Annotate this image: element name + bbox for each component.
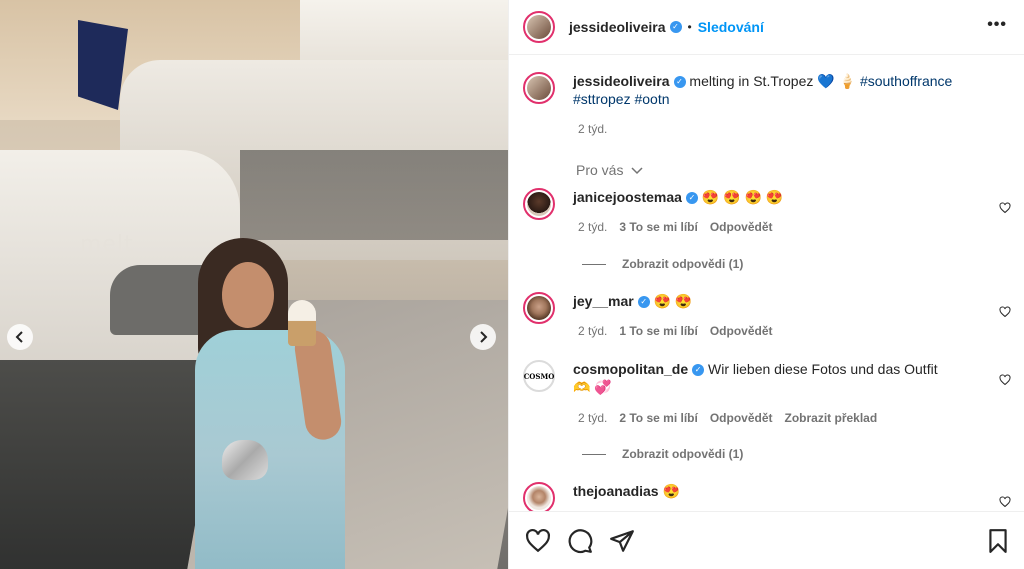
comment-meta: 2 týd. 2 To se mi líbí Odpovědět Zobrazi… xyxy=(578,411,877,425)
hashtag-link[interactable]: #ootn xyxy=(634,91,669,107)
caption-username[interactable]: jessideoliveira xyxy=(573,73,670,89)
photo-deck xyxy=(240,150,508,240)
caption-row: jessideoliveira ✓ melting in St.Tropez 💙 … xyxy=(523,72,973,108)
avatar-image xyxy=(527,192,551,216)
hashtag-link[interactable]: #southoffrance xyxy=(860,73,952,89)
like-comment-heart-icon[interactable] xyxy=(999,374,1011,386)
photo-boat-name: melt xyxy=(80,232,134,257)
hashtag-link[interactable]: #sttropez xyxy=(573,91,631,107)
view-replies-label: Zobrazit odpovědi (1) xyxy=(622,257,744,271)
comment-body: 😍 😍 😍 😍 xyxy=(701,189,784,205)
comment-username[interactable]: jey__mar xyxy=(573,293,634,309)
comment-time[interactable]: 2 týd. xyxy=(578,411,607,425)
share-paper-plane-icon[interactable] xyxy=(609,528,635,554)
comment-body-emoji: 🫶 💞 xyxy=(573,379,612,395)
avatar[interactable] xyxy=(523,72,555,104)
post-action-bar xyxy=(509,511,1024,569)
view-replies-button[interactable]: Zobrazit odpovědi (1) xyxy=(582,447,743,461)
avatar-image xyxy=(527,486,551,510)
photo-woman-face xyxy=(222,262,274,328)
comment-time[interactable]: 2 týd. xyxy=(578,324,607,338)
comment-likes[interactable]: 2 To se mi líbí xyxy=(619,411,697,425)
chevron-left-icon xyxy=(15,331,23,343)
comment-likes[interactable]: 3 To se mi líbí xyxy=(619,220,697,234)
reply-button[interactable]: Odpovědět xyxy=(710,220,773,234)
like-comment-heart-icon[interactable] xyxy=(999,496,1011,508)
cosmo-logo: COSMO xyxy=(524,364,554,388)
view-replies-label: Zobrazit odpovědi (1) xyxy=(622,447,744,461)
comment-text: janicejoostemaa ✓ 😍 😍 😍 😍 xyxy=(573,188,973,220)
post-header: jessideoliveira ✓ • Sledování ••• xyxy=(509,0,1024,55)
avatar[interactable] xyxy=(523,188,555,220)
post-author-username[interactable]: jessideoliveira xyxy=(569,19,666,35)
verified-icon: ✓ xyxy=(673,76,686,89)
more-options-icon[interactable]: ••• xyxy=(987,16,1007,34)
like-comment-heart-icon[interactable] xyxy=(999,202,1011,214)
like-comment-heart-icon[interactable] xyxy=(999,306,1011,318)
comment-row: COSMO cosmopolitan_de ✓ Wir lieben diese … xyxy=(523,360,973,396)
caption-text: jessideoliveira ✓ melting in St.Tropez 💙 … xyxy=(573,72,973,108)
chevron-right-icon xyxy=(480,331,488,343)
comment-text: jey__mar ✓ 😍 😍 xyxy=(573,292,973,324)
caption-time[interactable]: 2 týd. xyxy=(578,122,607,136)
previous-photo-button[interactable] xyxy=(7,324,33,350)
comment-likes[interactable]: 1 To se mi líbí xyxy=(619,324,697,338)
translate-button[interactable]: Zobrazit překlad xyxy=(785,411,878,425)
avatar[interactable] xyxy=(523,482,555,511)
chevron-down-icon xyxy=(631,167,643,175)
caption-body: melting in St.Tropez xyxy=(689,73,814,89)
avatar-image xyxy=(527,296,551,320)
verified-icon: ✓ xyxy=(637,296,650,309)
verified-icon: ✓ xyxy=(669,21,682,33)
comment-username[interactable]: thejoanadias xyxy=(573,483,659,499)
photo-ice-cream xyxy=(288,300,316,346)
verified-icon: ✓ xyxy=(685,192,698,205)
comment-body: 😍 xyxy=(662,483,680,499)
verified-icon: ✓ xyxy=(692,364,705,377)
comment-body: 😍 😍 xyxy=(653,293,693,309)
avatar-image xyxy=(527,15,551,39)
following-button[interactable]: Sledování xyxy=(698,19,764,35)
comment-time[interactable]: 2 týd. xyxy=(578,220,607,234)
post-photo[interactable]: melt xyxy=(0,0,508,569)
divider xyxy=(582,263,606,265)
comment-text: cosmopolitan_de ✓ Wir lieben diese Fotos … xyxy=(573,360,973,396)
comment-body: Wir lieben diese Fotos und das Outfit xyxy=(708,361,938,377)
photo-bag xyxy=(222,440,268,480)
comments-section[interactable]: jessideoliveira ✓ melting in St.Tropez 💙 … xyxy=(509,56,1024,511)
comment-username[interactable]: cosmopolitan_de xyxy=(573,361,688,377)
save-bookmark-icon[interactable] xyxy=(985,528,1011,554)
comment-username[interactable]: janicejoostemaa xyxy=(573,189,682,205)
avatar[interactable] xyxy=(523,11,555,43)
view-replies-button[interactable]: Zobrazit odpovědi (1) xyxy=(582,257,743,271)
reply-button[interactable]: Odpovědět xyxy=(710,324,773,338)
reply-button[interactable]: Odpovědět xyxy=(710,411,773,425)
avatar-image xyxy=(527,76,551,100)
comment-text: thejoanadias 😍 xyxy=(573,482,973,511)
comment-bubble-icon[interactable] xyxy=(567,528,593,554)
divider xyxy=(582,453,606,455)
comment-meta: 2 týd. 3 To se mi líbí Odpovědět xyxy=(578,220,773,234)
comment-meta: 2 týd. 1 To se mi líbí Odpovědět xyxy=(578,324,773,338)
post-side-panel: jessideoliveira ✓ • Sledování ••• jessid… xyxy=(508,0,1024,569)
comments-filter-label: Pro vás xyxy=(576,162,624,178)
comments-filter-dropdown[interactable]: Pro vás xyxy=(576,162,643,178)
comment-row: jey__mar ✓ 😍 😍 xyxy=(523,292,973,324)
comment-row: thejoanadias 😍 xyxy=(523,482,973,511)
next-photo-button[interactable] xyxy=(470,324,496,350)
separator-dot: • xyxy=(687,20,692,34)
caption-emoji: 💙 🍦 xyxy=(817,73,857,89)
avatar[interactable]: COSMO xyxy=(523,360,555,392)
comment-row: janicejoostemaa ✓ 😍 😍 😍 😍 xyxy=(523,188,973,220)
avatar[interactable] xyxy=(523,292,555,324)
like-heart-icon[interactable] xyxy=(525,528,551,554)
caption-meta: 2 týd. xyxy=(578,122,607,136)
